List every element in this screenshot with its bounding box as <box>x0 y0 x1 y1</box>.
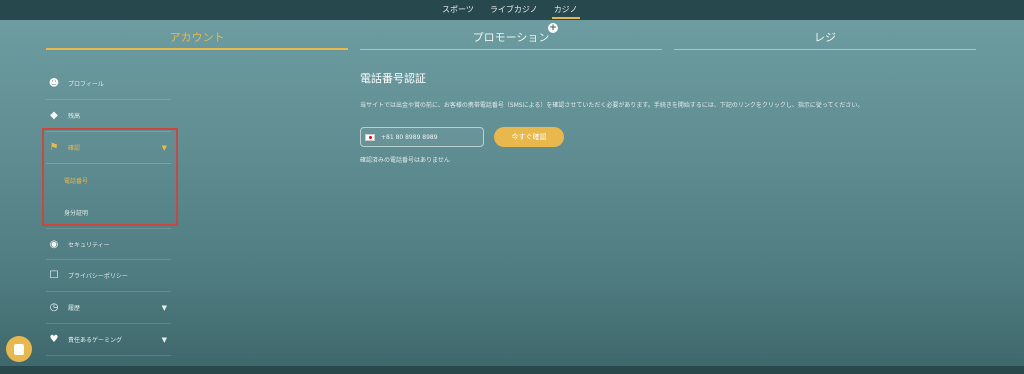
sidebar-item-label: プライバシーポリシー <box>68 273 128 280</box>
chat-button[interactable] <box>6 336 32 362</box>
tab-account[interactable]: アカウント <box>46 22 348 50</box>
top-bar: スポーツ ライブカジノ カジノ <box>0 0 1024 20</box>
bottom-bar <box>0 366 1024 374</box>
sidebar-item-label: セキュリティー <box>68 241 110 249</box>
sidebar-item-responsible-gaming[interactable]: ♥ 責任あるゲーミング ▼ <box>46 324 171 356</box>
description-text: 当サイトでは出金や賞の前に、お客様の携帯電話番号（SMSによる）を確認させていた… <box>360 102 864 109</box>
sidebar-item-label: プロフィール <box>68 81 104 88</box>
chat-icon <box>14 343 24 355</box>
balance-icon: ◆ <box>50 110 58 121</box>
clock-icon: ◷ <box>49 302 59 313</box>
sidebar-item-security[interactable]: ◉ セキュリティー <box>46 228 171 260</box>
sidebar-item-history[interactable]: ◷ 履歴 ▼ <box>46 292 171 324</box>
chevron-down-icon: ▼ <box>161 303 167 312</box>
responsible-gaming-icon: ♥ <box>49 334 59 345</box>
main-tabs: アカウント プロモーション レジ <box>46 22 976 52</box>
tab-promotions[interactable]: プロモーション <box>360 22 662 50</box>
main-content: 電話番号認証 当サイトでは出金や賞の前に、お客様の携帯電話番号（SMSによる）を… <box>360 70 1000 164</box>
verify-icon: ⚑ <box>49 142 59 153</box>
sidebar-item-verification[interactable]: ⚑ 確認 ▼ <box>46 132 171 164</box>
verify-now-button[interactable]: 今すぐ確認 <box>494 127 564 147</box>
top-nav-live-casino[interactable]: ライブカジノ <box>488 4 540 19</box>
sidebar-item-label: 残高 <box>68 113 81 120</box>
chevron-down-icon: ▼ <box>161 335 167 344</box>
sidebar-item-label: 履歴 <box>68 305 81 312</box>
sidebar-item-privacy[interactable]: ☐ プライバシーポリシー <box>46 260 171 292</box>
sidebar-item-label: 確認 <box>68 145 81 152</box>
sidebar-subitem-phone[interactable]: 電話番号 <box>46 164 171 196</box>
sidebar-subitem-identity[interactable]: 身分証明 <box>46 196 171 228</box>
no-verified-phone-note: 確認済みの電話番号はありません <box>360 157 450 164</box>
sidebar-item-balance[interactable]: ◆ 残高 <box>46 100 171 132</box>
phone-field[interactable]: +81 80 8989 8989 <box>360 127 484 147</box>
sidebar-item-label: 責任あるゲーミング <box>68 337 123 344</box>
sidebar-item-profile[interactable]: ☻ プロフィール <box>46 68 171 100</box>
phone-value: +81 80 8989 8989 <box>381 133 438 141</box>
profile-icon: ☻ <box>48 78 60 89</box>
sidebar: ☻ プロフィール ◆ 残高 ⚑ 確認 ▼ 電話番号 身分証明 ◉ セキュリティー… <box>46 68 171 356</box>
plus-icon: + <box>548 23 558 33</box>
japan-flag-icon <box>365 133 375 141</box>
security-icon: ◉ <box>49 238 59 250</box>
chevron-down-icon: ▼ <box>161 143 167 152</box>
lock-icon: ☐ <box>49 270 59 281</box>
top-nav-casino[interactable]: カジノ <box>551 4 580 19</box>
top-nav: スポーツ ライブカジノ カジノ <box>440 4 580 19</box>
page-title: 電話番号認証 <box>360 72 426 85</box>
phone-row: +81 80 8989 8989 今すぐ確認 <box>360 127 1000 147</box>
tab-cashier[interactable]: レジ <box>674 22 976 50</box>
top-nav-sports[interactable]: スポーツ <box>440 4 476 19</box>
